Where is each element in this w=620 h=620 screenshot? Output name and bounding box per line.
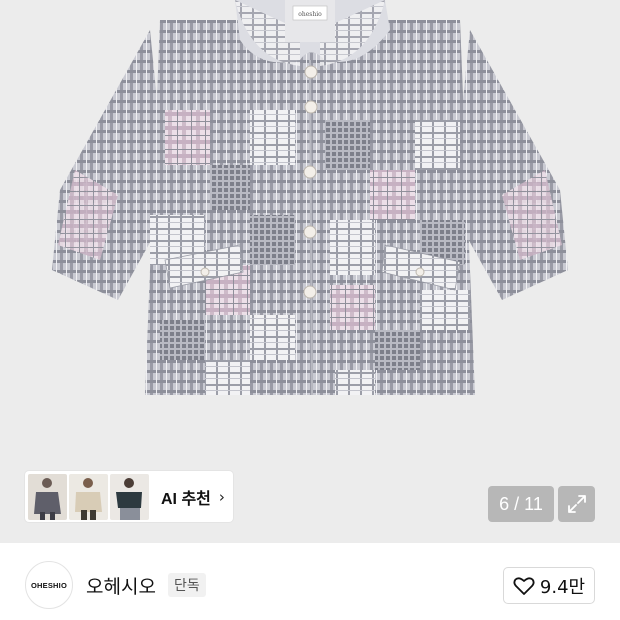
brand-name[interactable]: 오헤시오 [86,572,156,599]
image-page-counter: 6 / 11 [488,486,554,522]
recommend-thumbnail[interactable] [69,473,108,520]
svg-text:oheshio: oheshio [298,11,322,18]
expand-icon [567,495,586,513]
exclusive-badge: 단독 [168,573,206,597]
heart-icon [513,576,535,595]
chevron-right-icon: › [218,487,225,506]
brand-logo[interactable]: OHESHIO [25,561,73,609]
like-count: 9.4만 [539,576,586,598]
ai-recommend-label: AI 추천 [161,490,211,508]
ai-recommend-strip[interactable]: AI 추천 › [25,471,233,522]
recommend-thumbnail[interactable] [28,473,67,520]
product-image: oheshio [52,0,568,396]
like-button[interactable]: 9.4만 [503,567,595,604]
recommend-thumbnail[interactable] [110,473,149,520]
expand-button[interactable] [558,486,595,522]
product-image-area[interactable]: oheshio AI 추천 › 6 / 11 [0,0,620,543]
